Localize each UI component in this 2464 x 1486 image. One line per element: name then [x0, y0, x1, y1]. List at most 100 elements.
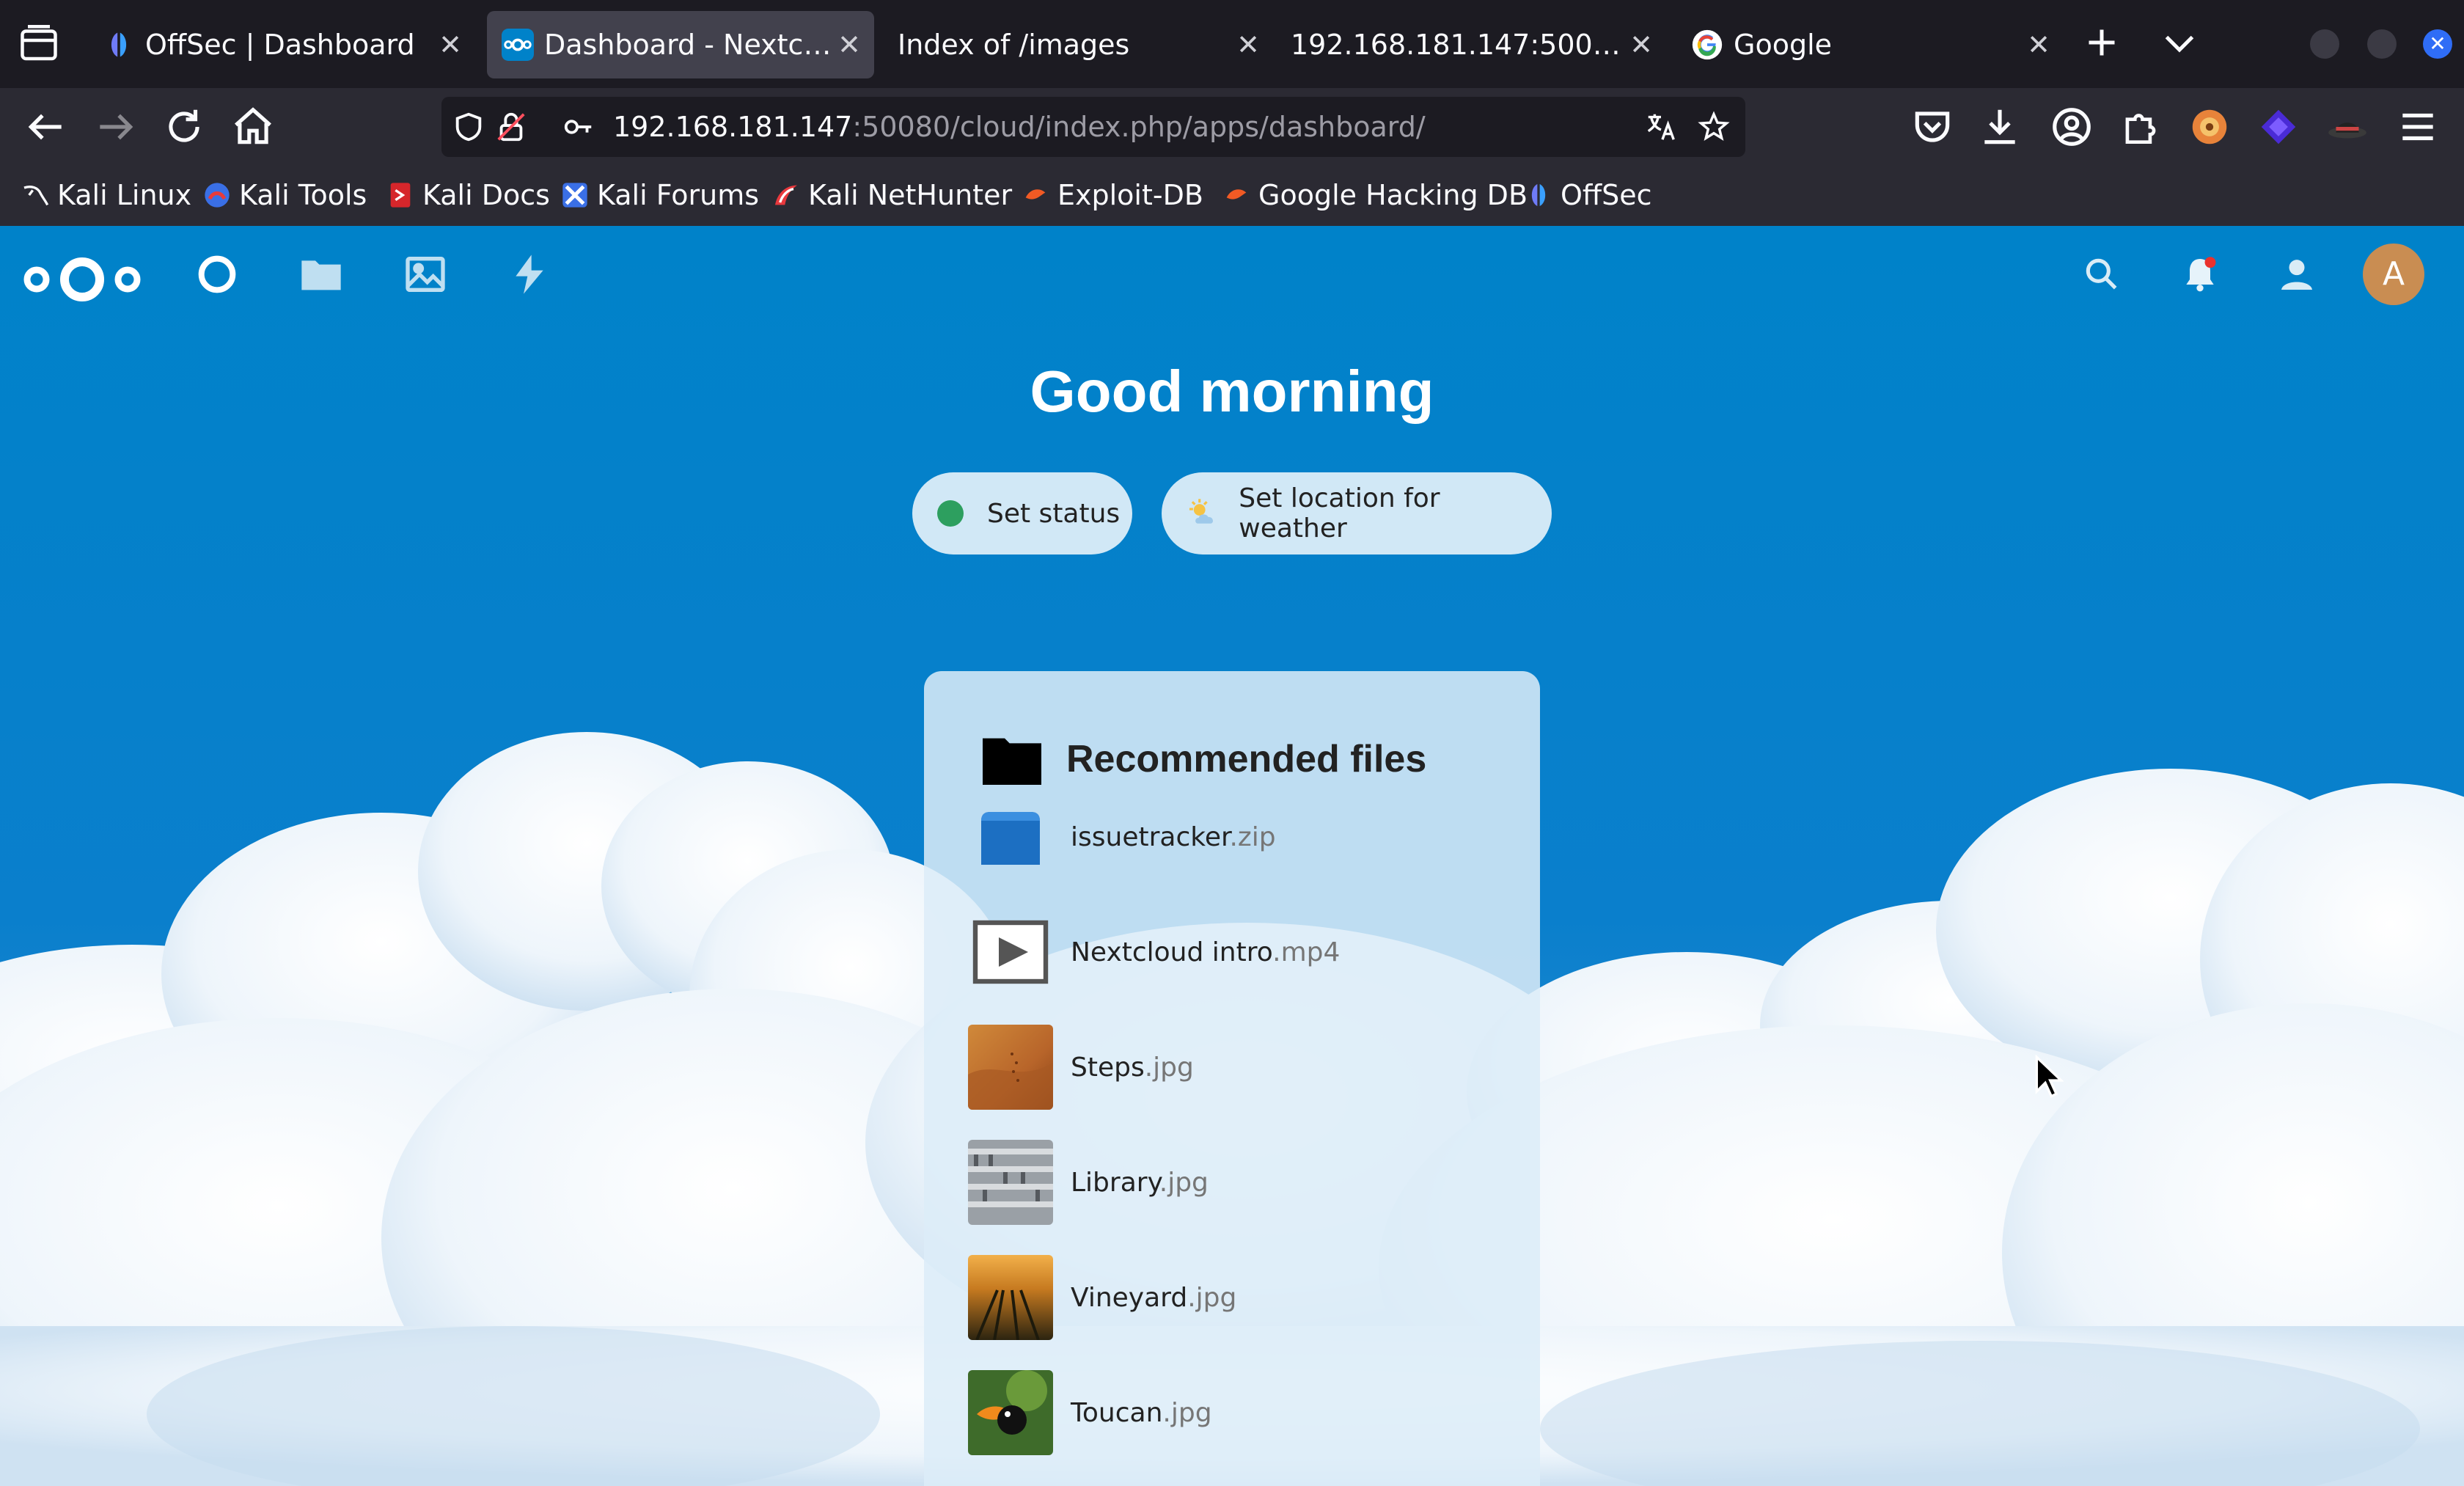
nethunter-icon: [775, 185, 797, 205]
tab-index-of-images[interactable]: Index of /images ✕: [886, 11, 1273, 78]
file-basename: Steps: [1071, 1052, 1145, 1083]
kali-docs-icon: [390, 183, 411, 208]
files-app-folder-icon[interactable]: [298, 251, 345, 298]
close-tab-icon[interactable]: ✕: [1233, 30, 1263, 59]
extensions-puzzle-icon[interactable]: [2118, 104, 2163, 150]
kali-tools-icon: [205, 183, 230, 208]
insecure-lock-icon[interactable]: [494, 110, 528, 144]
bookmark-kali-docs[interactable]: Kali Docs: [386, 175, 550, 216]
toucan-thumbnail: [968, 1370, 1053, 1455]
extension-hat-icon[interactable]: [2325, 104, 2370, 150]
contacts-menu-icon[interactable]: [2276, 254, 2317, 295]
nextcloud-logo-icon[interactable]: [22, 254, 142, 305]
vineyard-thumbnail: [968, 1255, 1053, 1340]
photos-app-image-icon[interactable]: [402, 251, 449, 298]
set-weather-location-button[interactable]: Set location for weather: [1162, 472, 1552, 554]
bookmark-kali-tools[interactable]: Kali Tools: [202, 175, 367, 216]
url-text[interactable]: 192.168.181.147:50080/cloud/index.php/ap…: [613, 97, 1426, 157]
file-row-vineyard[interactable]: Vineyard.jpg: [968, 1253, 1511, 1342]
tab-cloud-url[interactable]: 192.168.181.147:50080/cloud ✕: [1279, 11, 1666, 78]
video-play-icon: [968, 909, 1053, 995]
downloads-icon[interactable]: [1977, 104, 2023, 150]
file-name: issuetracker.zip: [1071, 822, 1276, 852]
file-extension: .jpg: [1162, 1397, 1212, 1428]
user-avatar[interactable]: A: [2363, 244, 2424, 305]
set-weather-label: Set location for weather: [1239, 483, 1440, 543]
file-row-steps[interactable]: Steps.jpg: [968, 1023, 1511, 1111]
tracking-protection-shield-icon[interactable]: [452, 110, 485, 144]
bookmark-kali-nethunter[interactable]: Kali NetHunter: [771, 175, 1012, 216]
close-tab-icon[interactable]: ✕: [835, 30, 864, 59]
greeting-heading: Good morning: [1030, 359, 1434, 424]
tab-title: Dashboard - Nextcloud: [544, 29, 835, 61]
file-basename: issuetracker: [1071, 821, 1230, 852]
kali-forums-icon: [562, 183, 587, 208]
folder-icon: [983, 738, 1041, 785]
online-status-dot-icon: [937, 500, 964, 527]
bookmark-offsec[interactable]: OffSec: [1524, 175, 1651, 216]
bookmark-label: Kali Linux: [57, 179, 192, 211]
home-icon[interactable]: [230, 104, 276, 150]
tab-google[interactable]: Google ✕: [1676, 11, 2064, 78]
file-row-toucan[interactable]: Toucan.jpg: [968, 1369, 1511, 1457]
zip-package-icon: [968, 794, 1053, 879]
file-extension: .jpg: [1187, 1282, 1237, 1313]
address-bar[interactable]: 192.168.181.147:50080/cloud/index.php/ap…: [441, 97, 1745, 157]
bookmark-google-hacking-db[interactable]: Google Hacking DB: [1222, 175, 1528, 216]
hamburger-menu-icon[interactable]: [2395, 104, 2441, 150]
bookmark-star-icon[interactable]: [1697, 110, 1731, 144]
recommended-files-widget: Recommended files issuetracker.zip Nextc…: [924, 671, 1540, 1486]
minimize-window-button[interactable]: [2310, 29, 2339, 59]
translate-icon[interactable]: [1644, 110, 1678, 144]
bookmark-label: Kali NetHunter: [808, 179, 1013, 211]
account-icon[interactable]: [2049, 104, 2094, 150]
google-favicon-icon: [1692, 29, 1723, 60]
library-thumbnail: [968, 1140, 1053, 1225]
forward-arrow-icon[interactable]: [92, 104, 138, 150]
pocket-icon[interactable]: [1910, 104, 1955, 150]
file-name: Vineyard.jpg: [1071, 1283, 1236, 1313]
close-tab-icon[interactable]: ✕: [2024, 30, 2053, 59]
bookmark-exploit-db[interactable]: Exploit-DB: [1021, 175, 1203, 216]
tab-title: Index of /images: [898, 29, 1130, 61]
bookmark-label: Google Hacking DB: [1258, 179, 1528, 211]
tab-title: OffSec | Dashboard: [145, 29, 415, 61]
widget-header: Recommended files: [983, 730, 1426, 788]
bookmark-label: Kali Forums: [597, 179, 760, 211]
extension-orange-icon[interactable]: [2187, 104, 2232, 150]
back-arrow-icon[interactable]: [23, 104, 69, 150]
activity-app-lightning-icon[interactable]: [506, 251, 553, 298]
file-name: Nextcloud intro.mp4: [1071, 937, 1340, 967]
mouse-pointer-icon: [2035, 1055, 2064, 1098]
new-tab-icon[interactable]: [2080, 21, 2124, 65]
bookmark-label: Exploit-DB: [1057, 179, 1203, 211]
weather-sun-cloud-icon: [1189, 499, 1213, 524]
browser-navigation-bar: 192.168.181.147:50080/cloud/index.php/ap…: [0, 88, 2464, 166]
file-row-nextcloud-intro[interactable]: Nextcloud intro.mp4: [968, 908, 1511, 996]
unified-search-icon[interactable]: [2081, 254, 2122, 295]
extension-purple-icon[interactable]: [2256, 104, 2301, 150]
set-status-label: Set status: [987, 498, 1121, 529]
offsec-icon: [1531, 184, 1546, 206]
file-row-issuetracker[interactable]: issuetracker.zip: [968, 793, 1511, 881]
file-row-library[interactable]: Library.jpg: [968, 1138, 1511, 1226]
tab-offsec[interactable]: OffSec | Dashboard ✕: [88, 11, 475, 78]
bookmark-kali-forums[interactable]: Kali Forums: [560, 175, 759, 216]
close-window-button[interactable]: ✕: [2423, 29, 2452, 59]
tab-title: Google: [1734, 29, 1833, 61]
saved-password-key-icon[interactable]: [562, 110, 595, 144]
close-tab-icon[interactable]: ✕: [1627, 30, 1656, 59]
set-status-button[interactable]: Set status: [912, 472, 1132, 554]
file-extension: .mp4: [1272, 937, 1341, 967]
bookmarks-toolbar: Kali Linux Kali Tools Kali Docs Kali For…: [0, 166, 2464, 227]
tab-nextcloud-dashboard[interactable]: Dashboard - Nextcloud ✕: [487, 11, 874, 78]
reload-icon[interactable]: [161, 104, 207, 150]
notifications-bell-icon[interactable]: [2179, 254, 2221, 295]
dashboard-app-circle-icon[interactable]: [194, 251, 241, 298]
maximize-window-button[interactable]: [2367, 29, 2397, 59]
close-tab-icon[interactable]: ✕: [436, 30, 465, 59]
file-basename: Nextcloud intro: [1071, 937, 1273, 967]
list-all-tabs-chevron-down-icon[interactable]: [2157, 21, 2201, 65]
bookmark-kali-linux[interactable]: Kali Linux: [21, 175, 191, 216]
tab-overview-icon[interactable]: [15, 22, 63, 66]
